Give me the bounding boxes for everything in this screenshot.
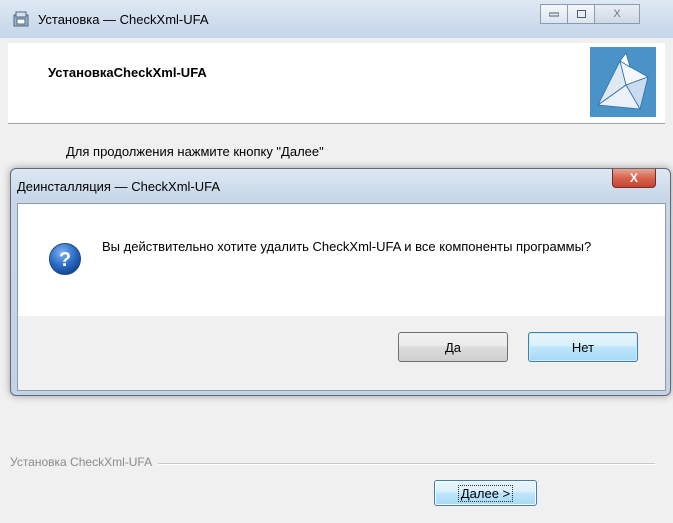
installer-titlebar[interactable]: Установка — CheckXml-UFA X xyxy=(0,0,673,38)
no-button[interactable]: Нет xyxy=(528,332,638,362)
svg-text:?: ? xyxy=(59,249,71,271)
installer-title: Установка — CheckXml-UFA xyxy=(38,12,209,27)
installer-instruction: Для продолжения нажмите кнопку "Далее" xyxy=(66,144,324,159)
maximize-icon xyxy=(576,10,586,18)
origami-crane-logo-icon xyxy=(590,47,656,117)
dialog-body: ? Вы действительно хотите удалить CheckX… xyxy=(17,203,666,391)
close-icon: X xyxy=(613,8,621,20)
next-button-label: Далее > xyxy=(457,484,514,502)
installer-footer-label: Установка CheckXml-UFA xyxy=(10,455,159,469)
installer-header-title: УстановкаCheckXml-UFA xyxy=(48,65,207,80)
question-icon: ? xyxy=(49,243,81,275)
close-icon: X xyxy=(629,171,638,185)
next-button[interactable]: Далее > xyxy=(434,480,537,506)
dialog-close-button[interactable]: X xyxy=(612,169,656,188)
minimize-button[interactable] xyxy=(540,4,568,24)
maximize-button[interactable] xyxy=(567,4,595,24)
installer-header-panel: УстановкаCheckXml-UFA xyxy=(8,43,665,124)
dialog-message: Вы действительно хотите удалить CheckXml… xyxy=(102,239,592,254)
dialog-title: Деинсталляция — CheckXml-UFA xyxy=(17,179,221,194)
dialog-button-bar: Да Нет xyxy=(18,316,665,390)
uninstall-dialog: Деинсталляция — CheckXml-UFA X ? Вы дейс… xyxy=(10,168,671,396)
installer-app-icon xyxy=(13,11,29,27)
minimize-icon xyxy=(549,12,559,17)
caption-buttons: X xyxy=(540,4,640,26)
yes-button[interactable]: Да xyxy=(398,332,508,362)
installer-close-button[interactable]: X xyxy=(594,4,640,24)
